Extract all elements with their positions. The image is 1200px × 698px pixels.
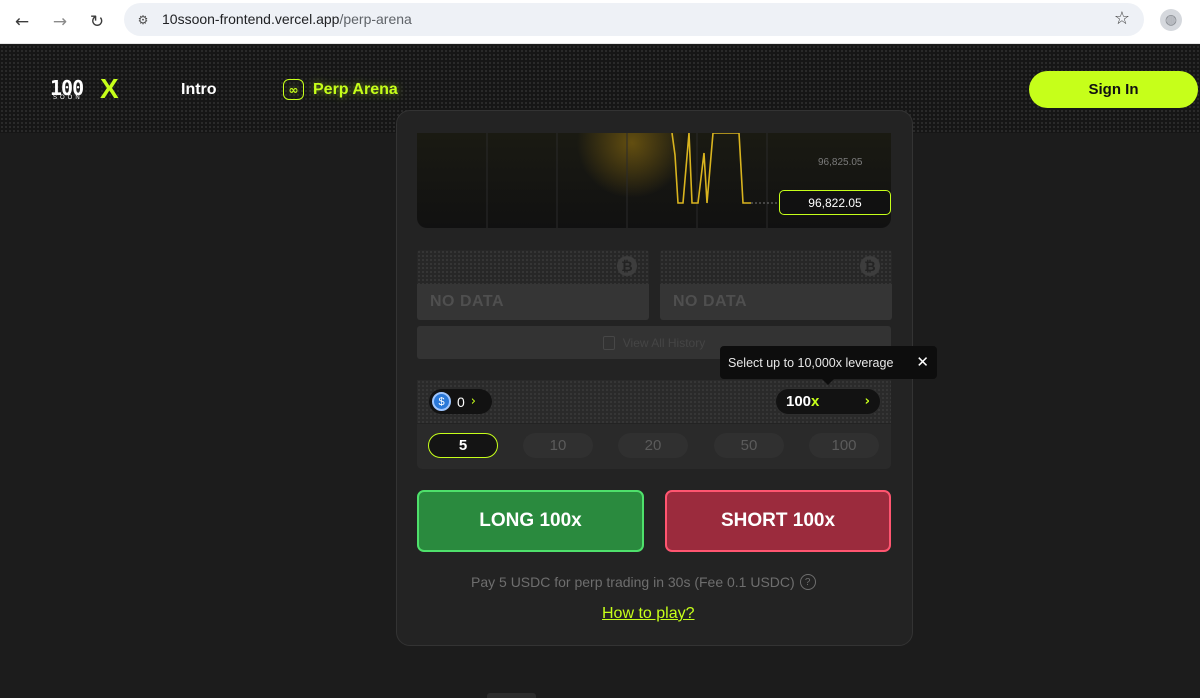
help-icon[interactable]: ?: [799, 574, 816, 590]
logo-subtext: SOON: [53, 95, 83, 101]
amount-option[interactable]: 5: [428, 433, 498, 458]
chevron-right-icon: ›: [864, 394, 870, 409]
bitcoin-icon: ₿: [860, 256, 880, 276]
short-button[interactable]: SHORT 100x: [665, 490, 891, 552]
how-to-play-link[interactable]: How to play?: [602, 605, 695, 623]
reload-icon[interactable]: ↻: [83, 8, 111, 36]
profile-globe-icon[interactable]: ◍: [1160, 9, 1182, 31]
chevron-right-icon: ›: [470, 394, 476, 409]
logo-x: X: [100, 73, 119, 104]
url-text[interactable]: 10ssoon-frontend.vercel.app/perp-arena: [162, 11, 412, 27]
leverage-selector[interactable]: 100 x ›: [775, 388, 881, 415]
tooltip-text: Select up to 10,000x leverage: [728, 355, 894, 370]
usdc-balance: 0: [457, 393, 465, 410]
bitcoin-icon: ₿: [617, 256, 637, 276]
address-bar[interactable]: ⚙ 10ssoon-frontend.vercel.app/perp-arena…: [124, 3, 1144, 36]
back-arrow-icon[interactable]: ←: [8, 8, 36, 36]
nav-intro-link[interactable]: Intro: [181, 81, 217, 99]
close-icon[interactable]: ✕: [916, 353, 929, 371]
nav-perp-label: Perp Arena: [313, 80, 398, 98]
pay-info: Pay 5 USDC for perp trading in 30s (Fee …: [471, 574, 816, 590]
url-path: /perp-arena: [339, 11, 412, 27]
amount-option[interactable]: 50: [714, 433, 784, 458]
leverage-tooltip: Select up to 10,000x leverage ✕: [720, 346, 937, 385]
url-domain: 10ssoon-frontend.vercel.app: [162, 11, 340, 27]
view-all-history-label: View All History: [622, 335, 706, 350]
tooltip-arrow: [822, 379, 834, 385]
browser-toolbar: ← → ↻ ⚙ 10ssoon-frontend.vercel.app/perp…: [0, 0, 1200, 44]
usdc-icon: $: [432, 392, 451, 411]
nav-perp-arena-link[interactable]: ∞ Perp Arena: [283, 79, 398, 100]
history-card-label: NO DATA: [660, 284, 892, 320]
forward-arrow-icon[interactable]: →: [46, 8, 74, 36]
amount-option[interactable]: 100: [809, 433, 879, 458]
amount-option[interactable]: 20: [618, 433, 688, 458]
history-icon: [602, 335, 615, 350]
history-card: ₿ NO DATA: [660, 250, 892, 320]
history-card-label: NO DATA: [417, 284, 649, 320]
sign-in-button[interactable]: Sign In: [1029, 71, 1198, 108]
bookmark-star-icon[interactable]: ☆: [1114, 8, 1130, 29]
usdc-balance-selector[interactable]: $ 0 ›: [429, 389, 492, 414]
leverage-value: 100: [786, 393, 812, 410]
site-settings-icon[interactable]: ⚙: [134, 11, 152, 29]
current-price-tag: 96,822.05: [779, 190, 891, 215]
price-axis-label: 96,825.05: [818, 157, 863, 168]
bottom-edge-tab: [487, 693, 536, 698]
history-card: ₿ NO DATA: [417, 250, 649, 320]
pay-info-text: Pay 5 USDC for perp trading in 30s (Fee …: [471, 574, 795, 590]
infinity-icon: ∞: [283, 79, 304, 100]
long-button[interactable]: LONG 100x: [417, 490, 644, 552]
chart-glow: [577, 133, 687, 198]
leverage-x: x: [811, 393, 820, 410]
amount-option[interactable]: 10: [523, 433, 593, 458]
